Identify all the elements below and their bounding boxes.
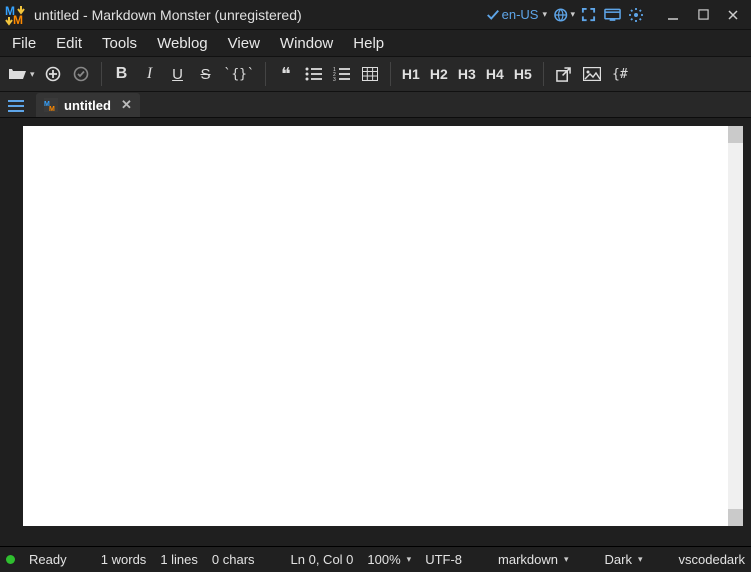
globe-icon[interactable]: ▾ — [553, 4, 575, 26]
folder-open-icon — [8, 66, 28, 82]
toolbar-separator — [543, 62, 544, 86]
bold-button[interactable]: B — [108, 59, 136, 89]
h2-button[interactable]: H2 — [425, 59, 453, 89]
title-bar: M M untitled - Markdown Monster (unregis… — [0, 0, 751, 30]
tab-file-icon: MM — [44, 98, 58, 112]
list-ol-icon: 123 — [333, 67, 350, 81]
plus-circle-icon — [45, 66, 61, 82]
menu-weblog[interactable]: Weblog — [147, 32, 218, 55]
status-editor-theme[interactable]: vscodedark — [679, 552, 745, 567]
svg-text:M: M — [13, 13, 23, 26]
left-gutter — [0, 118, 15, 546]
preview-pane-icon[interactable] — [601, 4, 623, 26]
menu-tools[interactable]: Tools — [92, 32, 147, 55]
menu-window[interactable]: Window — [270, 32, 343, 55]
hash-brace-button[interactable]: {# — [606, 59, 634, 89]
svg-text:3: 3 — [333, 77, 336, 81]
table-icon — [362, 67, 378, 81]
h3-button[interactable]: H3 — [453, 59, 481, 89]
app-logo-icon: M M — [4, 3, 28, 27]
status-position: Ln 0, Col 0 — [291, 552, 354, 567]
menu-help[interactable]: Help — [343, 32, 394, 55]
table-button[interactable] — [356, 59, 384, 89]
h5-button[interactable]: H5 — [509, 59, 537, 89]
status-zoom[interactable]: 100% — [367, 552, 411, 567]
editor[interactable] — [23, 126, 743, 526]
status-bar: Ready 1 words 1 lines 0 chars Ln 0, Col … — [0, 546, 751, 572]
svg-text:M: M — [49, 106, 55, 112]
save-button[interactable] — [67, 59, 95, 89]
title-right-controls: en-US ▾ ▾ — [482, 1, 751, 29]
status-ready: Ready — [29, 552, 67, 567]
status-indicator-icon — [6, 555, 15, 564]
check-circle-icon — [73, 66, 89, 82]
new-file-button[interactable] — [39, 59, 67, 89]
ordered-list-button[interactable]: 123 — [328, 59, 356, 89]
vertical-scrollbar[interactable] — [728, 126, 743, 526]
minimize-button[interactable] — [659, 1, 687, 29]
toolbar-separator — [265, 62, 266, 86]
status-lines: 1 lines — [160, 552, 198, 567]
h4-button[interactable]: H4 — [481, 59, 509, 89]
menu-view[interactable]: View — [218, 32, 270, 55]
status-chars: 0 chars — [212, 552, 255, 567]
spellcheck-lang-button[interactable]: en-US ▾ — [482, 3, 551, 26]
underline-button[interactable]: U — [164, 59, 192, 89]
tab-untitled[interactable]: MM untitled ✕ — [36, 93, 140, 117]
menu-edit[interactable]: Edit — [46, 32, 92, 55]
toolbar-separator — [390, 62, 391, 86]
status-words: 1 words — [101, 552, 147, 567]
image-icon — [583, 67, 601, 81]
tab-close-icon[interactable]: ✕ — [117, 97, 132, 113]
unordered-list-button[interactable] — [300, 59, 328, 89]
tab-strip: MM untitled ✕ — [0, 92, 751, 118]
editor-container — [15, 118, 751, 546]
external-link-icon — [556, 67, 571, 82]
open-file-button[interactable]: ▾ — [4, 59, 39, 89]
toolbar: ▾ B I U S `{}` ❝ 123 H1 H2 H3 H4 H5 {# — [0, 56, 751, 92]
check-icon — [486, 8, 500, 22]
italic-button[interactable]: I — [136, 59, 164, 89]
settings-gear-icon[interactable] — [625, 4, 647, 26]
fullscreen-icon[interactable] — [577, 4, 599, 26]
quote-button[interactable]: ❝ — [272, 59, 300, 89]
lang-label: en-US — [502, 7, 539, 22]
list-ul-icon — [305, 67, 322, 81]
window-title: untitled - Markdown Monster (unregistere… — [32, 7, 302, 23]
toolbar-separator — [101, 62, 102, 86]
tab-label: untitled — [64, 98, 111, 113]
strike-button[interactable]: S — [192, 59, 220, 89]
code-button[interactable]: `{}` — [220, 59, 259, 89]
sidebar-toggle-icon[interactable] — [4, 99, 28, 117]
main-area — [0, 118, 751, 546]
h1-button[interactable]: H1 — [397, 59, 425, 89]
menu-file[interactable]: File — [2, 32, 46, 55]
maximize-button[interactable] — [689, 1, 717, 29]
link-button[interactable] — [550, 59, 578, 89]
status-app-theme[interactable]: Dark — [605, 552, 643, 567]
close-button[interactable] — [719, 1, 747, 29]
menu-bar: File Edit Tools Weblog View Window Help — [0, 30, 751, 56]
status-syntax[interactable]: markdown — [498, 552, 569, 567]
image-button[interactable] — [578, 59, 606, 89]
status-encoding[interactable]: UTF-8 — [425, 552, 462, 567]
